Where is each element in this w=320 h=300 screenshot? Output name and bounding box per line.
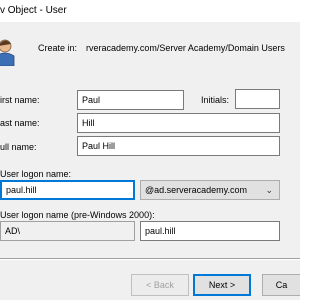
pre2000-label: User logon name (pre-Windows 2000): (0, 210, 155, 220)
cancel-button[interactable]: Ca (262, 274, 300, 296)
logon-name-field[interactable]: paul.hill (0, 180, 135, 200)
first-name-label: irst name: (0, 95, 40, 105)
title-bar: v Object - User (0, 0, 300, 22)
first-name-field[interactable]: Paul (77, 90, 184, 110)
next-button[interactable]: Next > (193, 274, 251, 296)
domain-suffix-dropdown[interactable]: @ad.serveracademy.com ⌄ (140, 180, 280, 200)
last-name-field[interactable]: Hill (77, 113, 280, 133)
logon-name-label: User logon name: (0, 169, 72, 179)
domain-suffix-value: @ad.serveracademy.com (145, 185, 248, 195)
initials-label: Initials: (201, 95, 230, 105)
create-in-path: rveracademy.com/Server Academy/Domain Us… (86, 43, 285, 53)
last-name-label: ast name: (0, 118, 40, 128)
full-name-label: ull name: (0, 142, 37, 152)
divider-highlight (0, 259, 300, 260)
pre2000-logon-field[interactable]: paul.hill (140, 221, 280, 241)
dialog-content: Create in: rveracademy.com/Server Academ… (0, 22, 300, 300)
create-in-label: Create in: (38, 43, 78, 53)
chevron-down-icon: ⌄ (265, 185, 273, 195)
back-button[interactable]: < Back (131, 274, 189, 296)
pre2000-domain-field: AD\ (0, 221, 135, 241)
initials-field[interactable] (235, 89, 280, 109)
window-title: v Object - User (0, 5, 67, 16)
user-icon (0, 39, 15, 66)
full-name-field[interactable]: Paul Hill (77, 136, 280, 156)
